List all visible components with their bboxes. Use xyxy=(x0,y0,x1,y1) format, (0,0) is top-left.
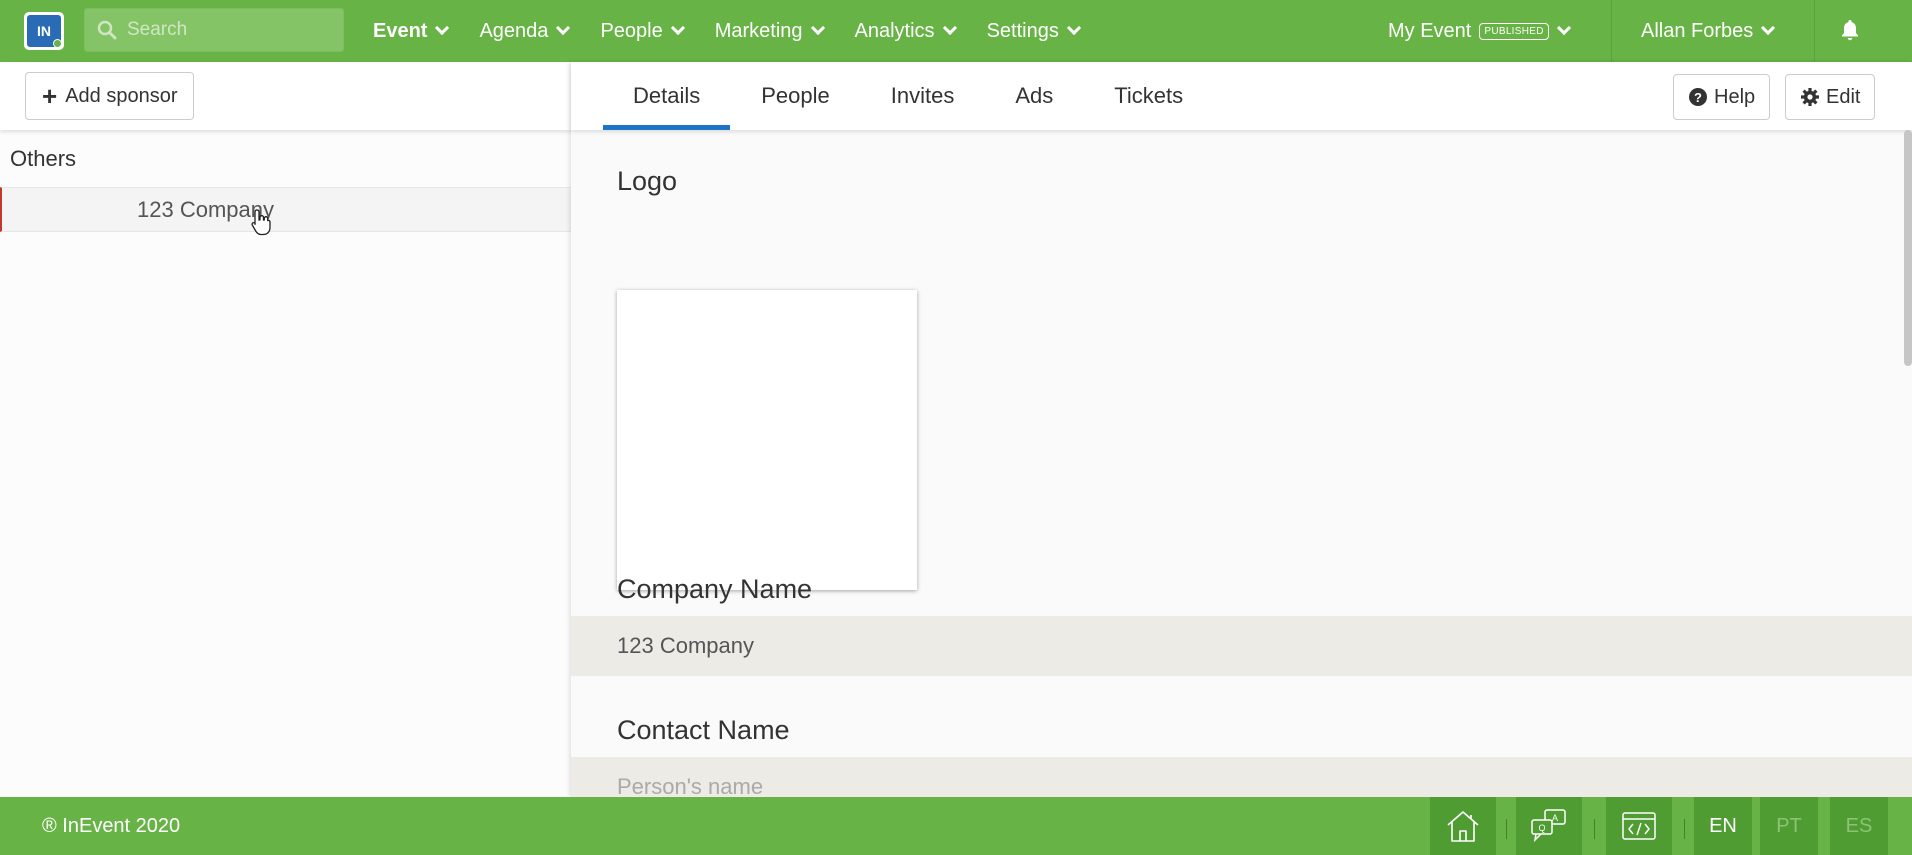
logo-text: IN xyxy=(37,23,51,39)
company-name-label: Company Name xyxy=(617,574,813,604)
chevron-down-icon xyxy=(942,20,957,36)
language-en[interactable]: EN xyxy=(1694,797,1752,855)
nav-people-label: People xyxy=(600,19,663,42)
gear-icon xyxy=(1801,88,1819,106)
list-item[interactable]: 123 Company xyxy=(0,187,571,232)
details-form: Logo Company Name 123 Company Contact Na… xyxy=(571,130,1912,797)
inevent-logo[interactable]: IN xyxy=(24,12,64,50)
footer-separator xyxy=(1506,819,1507,839)
support-chat-button[interactable]: A Q xyxy=(1516,797,1582,855)
sponsor-list-panel: + Add sponsor Others 123 Company xyxy=(0,62,571,797)
sponsor-details-panel: Details People Invites Ads Tickets ? Hel… xyxy=(571,62,1912,797)
edit-label: Edit xyxy=(1826,85,1861,108)
tab-details[interactable]: Details xyxy=(603,62,731,130)
contact-name-label: Contact Name xyxy=(617,715,790,745)
chevron-down-icon xyxy=(810,20,825,36)
nav-settings-label: Settings xyxy=(986,19,1059,42)
nav-agenda[interactable]: Agenda xyxy=(479,19,571,43)
sponsor-group-title: Others xyxy=(10,146,77,171)
code-icon xyxy=(1622,812,1656,840)
language-pt[interactable]: PT xyxy=(1760,797,1818,855)
logo-dot xyxy=(53,39,62,48)
chevron-down-icon xyxy=(670,20,685,36)
hand-cursor-icon xyxy=(251,209,271,236)
svg-text:Q: Q xyxy=(1538,823,1545,833)
event-name: My Event xyxy=(1388,19,1472,42)
nav-divider xyxy=(1611,0,1612,62)
logo-mark: IN xyxy=(27,15,62,48)
nav-event-label: Event xyxy=(373,19,428,42)
nav-settings[interactable]: Settings xyxy=(986,19,1081,43)
footer-separator xyxy=(1594,819,1595,839)
tabs: Details People Invites Ads Tickets xyxy=(603,62,1214,130)
plus-icon: + xyxy=(42,81,58,111)
chevron-down-icon xyxy=(1761,20,1776,36)
nav-divider xyxy=(1814,0,1815,62)
scrollbar[interactable] xyxy=(1904,130,1912,366)
home-button[interactable] xyxy=(1430,797,1496,855)
svg-text:A: A xyxy=(1552,813,1558,823)
question-circle-icon: ? xyxy=(1689,88,1707,106)
tab-ads[interactable]: Ads xyxy=(985,62,1083,130)
contact-name-field[interactable]: Person's name xyxy=(571,757,1912,797)
copyright-text: ® InEvent 2020 xyxy=(42,814,181,837)
search-box[interactable] xyxy=(84,8,344,52)
tab-people[interactable]: People xyxy=(731,62,860,130)
status-badge: PUBLISHED xyxy=(1479,22,1549,40)
home-icon xyxy=(1447,811,1479,842)
search-input[interactable] xyxy=(127,19,327,41)
nav-analytics[interactable]: Analytics xyxy=(854,19,957,43)
chat-qa-icon: A Q xyxy=(1531,809,1566,843)
footer: ® InEvent 2020 A Q EN PT ES xyxy=(0,797,1912,855)
search-icon xyxy=(97,20,117,40)
logo-upload-area[interactable] xyxy=(617,290,917,590)
chevron-down-icon xyxy=(1556,20,1571,36)
tab-tickets[interactable]: Tickets xyxy=(1084,62,1213,130)
tab-bar: Details People Invites Ads Tickets ? Hel… xyxy=(571,62,1912,130)
tab-invites[interactable]: Invites xyxy=(861,62,985,130)
language-es[interactable]: ES xyxy=(1830,797,1888,855)
chevron-down-icon xyxy=(1066,20,1081,36)
bell-icon[interactable] xyxy=(1838,18,1862,42)
nav-people[interactable]: People xyxy=(600,19,685,43)
sponsor-list-header: + Add sponsor xyxy=(0,62,571,130)
footer-separator xyxy=(1684,819,1685,839)
logo-label: Logo xyxy=(617,166,678,196)
add-sponsor-label: Add sponsor xyxy=(65,84,178,107)
nav-marketing-label: Marketing xyxy=(714,19,803,42)
nav-event[interactable]: Event xyxy=(373,19,450,43)
user-name: Allan Forbes xyxy=(1641,19,1754,42)
edit-button[interactable]: Edit xyxy=(1785,74,1876,120)
nav-agenda-label: Agenda xyxy=(479,19,549,42)
company-name-field[interactable]: 123 Company xyxy=(571,616,1912,676)
event-selector[interactable]: My Event PUBLISHED xyxy=(1388,0,1571,62)
add-sponsor-button[interactable]: + Add sponsor xyxy=(25,72,195,120)
help-label: Help xyxy=(1714,85,1756,108)
chevron-down-icon xyxy=(556,20,571,36)
embed-code-button[interactable] xyxy=(1606,797,1672,855)
help-button[interactable]: ? Help xyxy=(1673,74,1771,120)
top-navigation-bar: IN Event Agenda People Marketing Analyti… xyxy=(0,0,1912,62)
main-nav: Event Agenda People Marketing Analytics … xyxy=(373,0,1111,62)
nav-marketing[interactable]: Marketing xyxy=(714,19,825,43)
chevron-down-icon xyxy=(435,20,450,36)
svg-text:?: ? xyxy=(1694,90,1702,105)
user-menu[interactable]: Allan Forbes xyxy=(1641,0,1776,62)
nav-analytics-label: Analytics xyxy=(854,19,935,42)
